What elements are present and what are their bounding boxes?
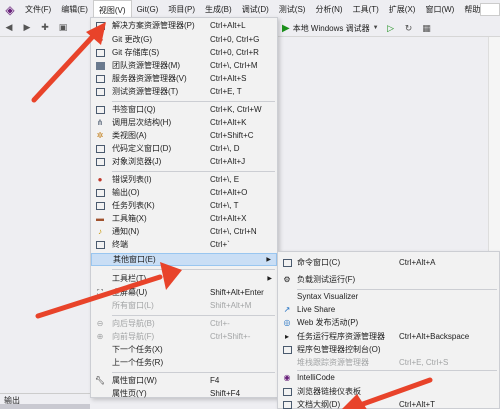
live-share-icon: ↗ [283,305,291,314]
menu-item-notifications[interactable]: ♪ 通知(N) Ctrl+\, Ctrl+N [91,225,277,238]
output-icon [91,188,109,197]
submenu-item-load-test[interactable]: ⚙ 负载测试运行(F) [278,273,499,286]
menu-item-next-task[interactable]: 下一个任务(X) [91,343,277,356]
hot-reload-icon[interactable]: ↻ [402,21,416,35]
run-without-debug-icon[interactable]: ▷ [384,21,398,35]
package-manager-icon [278,345,296,354]
menu-item-bookmarks[interactable]: 书签窗口(Q) Ctrl+K, Ctrl+W [91,103,277,116]
menu-separator [112,372,275,373]
back-icon[interactable]: ◀ [2,21,16,35]
browser-link-icon [278,387,296,396]
menu-item-properties-window[interactable]: 🔧︎ 属性窗口(W) F4 [91,374,277,387]
error-list-icon: ● [97,175,103,184]
load-test-icon: ⚙ [283,275,291,284]
menu-test[interactable]: 测试(S) [274,0,311,19]
menu-window[interactable]: 窗口(W) [420,0,459,19]
menu-separator [112,101,275,102]
navigate-forward-icon: ⊕ [96,332,104,341]
notification-bell-icon: ♪ [98,227,102,236]
menu-item-code-definition[interactable]: 代码定义窗口(D) Ctrl+\, D [91,142,277,155]
team-explorer-icon [91,61,109,70]
navigate-back-icon: ⊖ [96,319,104,328]
menu-item-output[interactable]: 输出(O) Ctrl+Alt+O [91,186,277,199]
chevron-down-icon[interactable]: ▼ [373,25,379,31]
submenu-item-browser-link[interactable]: 浏览器链接仪表板 [278,385,499,398]
intellicode-icon: ◉ [283,373,291,382]
submenu-item-package-manager-console[interactable]: 程序包管理器控制台(O) [278,343,499,356]
terminal-icon [91,240,109,249]
submenu-item-web-publish[interactable]: ◎ Web 发布活动(P) [278,316,499,329]
menu-item-toolbars[interactable]: 工具栏(T) ▶ [91,272,277,285]
menu-item-solution-explorer[interactable]: 解决方案资源管理器(P) Ctrl+Alt+L [91,19,277,32]
menu-item-fullscreen[interactable]: ⛶ 全屏幕(U) Shift+Alt+Enter [91,286,277,299]
search-box[interactable] [480,3,500,16]
view-menu-dropdown: 解决方案资源管理器(P) Ctrl+Alt+L ◆ Git 更改(G) Ctrl… [90,17,278,398]
menu-item-all-windows: 所有窗口(L) Shift+Alt+M [112,301,252,310]
toolbox-icon: ▬ [96,214,104,223]
menu-item-git-repository[interactable]: Git 存储库(S) Ctrl+0, Ctrl+R [91,46,277,59]
git-repository-icon [91,48,109,57]
web-publish-icon: ◎ [283,318,291,327]
menu-tools[interactable]: 工具(T) [348,0,384,19]
menu-item-task-list[interactable]: 任务列表(K) Ctrl+\, T [91,199,277,212]
wrench-icon: 🔧︎ [94,376,106,385]
object-browser-icon [91,157,109,166]
menu-item-navigate-forward: ⊕ 向前导航(F) Ctrl+Shift+- [91,330,277,343]
menu-item-navigate-back: ⊖ 向后导航(B) Ctrl+- [91,317,277,330]
class-view-icon: ✲ [96,131,104,140]
menu-item-git-changes[interactable]: ◆ Git 更改(G) Ctrl+0, Ctrl+G [91,33,277,46]
visual-studio-logo-icon[interactable]: ◈ [0,0,20,19]
submenu-item-command-window[interactable]: 命令窗口(C) Ctrl+Alt+A [278,256,499,269]
other-windows-submenu: 命令窗口(C) Ctrl+Alt+A ⚙ 负载测试运行(F) Syntax Vi… [277,251,500,409]
fullscreen-icon: ⛶ [97,287,103,297]
server-explorer-icon [91,74,109,83]
code-definition-icon [91,144,109,153]
menu-item-object-browser[interactable]: 对象浏览器(J) Ctrl+Alt+J [91,155,277,168]
menu-separator [112,171,275,172]
submenu-item-live-share[interactable]: ↗ Live Share [278,303,499,316]
menu-item-team-explorer[interactable]: 团队资源管理器(M) Ctrl+\, Ctrl+M [91,59,277,72]
task-list-icon [91,201,109,210]
debugger-target-label[interactable]: 本地 Windows 调试器 [293,23,370,34]
menu-analyze[interactable]: 分析(N) [310,0,347,19]
submenu-item-task-runner[interactable]: ▸ 任务运行程序资源管理器 Ctrl+Alt+Backspace [278,330,499,343]
menu-item-property-pages[interactable]: 属性页(Y) Shift+F4 [91,387,277,400]
menu-edit[interactable]: 编辑(E) [56,0,93,19]
new-item-icon[interactable]: ✚ [38,21,52,35]
submenu-item-intellicode[interactable]: ◉ IntelliCode [278,371,499,384]
menu-separator [112,269,275,270]
menu-item-previous-task[interactable]: 上一个任务(R) [91,356,277,369]
command-window-icon [278,258,296,267]
submenu-item-stack-trace-explorer: 堆栈跟踪资源管理器 Ctrl+E, Ctrl+S [297,358,449,367]
menu-item-call-hierarchy[interactable]: ⋔ 调用层次结构(H) Ctrl+Alt+K [91,116,277,129]
call-hierarchy-icon: ⋔ [96,118,104,127]
forward-icon[interactable]: ▶ [20,21,34,35]
submenu-item-syntax-visualizer[interactable]: Syntax Visualizer [278,290,499,303]
menu-item-toolbox[interactable]: ▬ 工具箱(X) Ctrl+Alt+X [91,212,277,225]
status-strip [0,404,90,409]
menu-separator [112,315,275,316]
document-outline-icon [278,400,296,409]
menu-item-terminal[interactable]: 终端 Ctrl+` [91,238,277,251]
git-changes-icon: ◆ [96,35,104,44]
solution-explorer-icon [91,21,109,30]
menu-item-server-explorer[interactable]: 服务器资源管理器(V) Ctrl+Alt+S [91,72,277,85]
menu-item-error-list[interactable]: ● 错误列表(I) Ctrl+\, E [91,173,277,186]
toolbar-misc-icon[interactable]: ▦ [420,21,434,35]
submenu-arrow-icon: ▶ [266,257,271,263]
menu-item-class-view[interactable]: ✲ 类视图(A) Ctrl+Shift+C [91,129,277,142]
submenu-arrow-icon: ▶ [267,276,272,282]
task-runner-icon: ▸ [284,332,289,341]
bookmark-icon [91,105,109,114]
submenu-item-document-outline[interactable]: 文档大纲(D) Ctrl+Alt+T [278,398,499,409]
menu-item-test-explorer[interactable]: 测试资源管理器(T) Ctrl+E, T [91,85,277,98]
run-icon[interactable]: ▶ [282,23,290,34]
open-folder-icon[interactable]: ▣ [56,21,70,35]
menu-file[interactable]: 文件(F) [20,0,56,19]
menu-extensions[interactable]: 扩展(X) [384,0,421,19]
test-explorer-icon [91,87,109,96]
menu-item-other-windows[interactable]: 其他窗口(E) ▶ [91,253,277,266]
